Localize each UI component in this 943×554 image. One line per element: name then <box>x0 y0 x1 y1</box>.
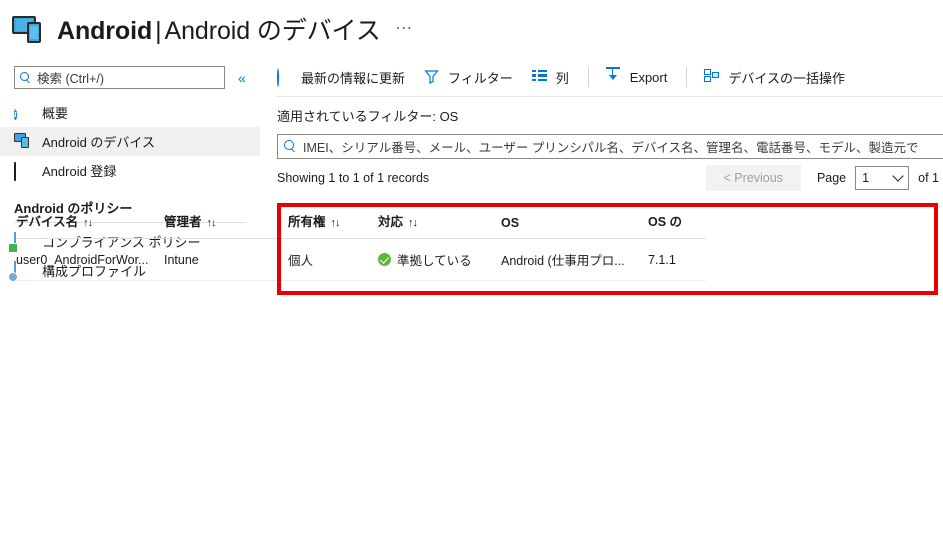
sort-icon[interactable]: ↑↓ <box>331 217 341 229</box>
main-content: 最新の情報に更新 フィルター 列 Export デバイスの一括操作 適用されてい… <box>261 58 943 554</box>
intune-android-devices-page: Android | Android のデバイス ... 検索 (Ctrl+/) « … <box>0 0 943 554</box>
device-search-wrap: IMEI、シリアル番号、メール、ユーザー プリンシパル名、デバイス名、管理名、電… <box>261 125 943 159</box>
page-title-separator: | <box>155 17 162 45</box>
columns-button[interactable]: 列 <box>531 62 569 92</box>
filter-icon <box>424 69 441 86</box>
bulk-device-actions-icon <box>704 68 721 86</box>
page-title-light: Android のデバイス <box>164 17 381 45</box>
cell-compliance-label: 準拠している <box>397 254 472 268</box>
column-header-device-name[interactable]: デバイス名 ↑↓ <box>16 211 164 239</box>
export-button[interactable]: Export <box>605 62 668 92</box>
command-bar-divider <box>276 96 943 97</box>
cell-managed-by: Intune <box>164 238 288 281</box>
cell-compliance: 準拠している <box>378 238 501 281</box>
device-search-placeholder: IMEI、シリアル番号、メール、ユーザー プリンシパル名、デバイス名、管理名、電… <box>303 141 919 155</box>
command-separator-2 <box>686 67 688 87</box>
column-header-ownership-label: 所有権 <box>288 215 326 229</box>
column-header-os-version-label: OS の <box>648 215 683 229</box>
sort-icon[interactable]: ↑↓ <box>83 217 93 229</box>
column-header-os-version[interactable]: OS の <box>648 211 706 239</box>
sidebar-item-android-devices-label: Android のデバイス <box>42 135 156 150</box>
enrollment-icon <box>14 162 31 181</box>
pagination-row: Showing 1 to 1 of 1 records < Previous P… <box>261 162 943 193</box>
search-icon <box>20 71 32 84</box>
refresh-button-label: 最新の情報に更新 <box>301 70 406 86</box>
filter-button[interactable]: フィルター <box>424 62 513 92</box>
export-icon <box>605 66 623 86</box>
page-header: Android | Android のデバイス ... <box>0 0 943 58</box>
command-bar: 最新の情報に更新 フィルター 列 Export デバイスの一括操作 <box>261 58 943 96</box>
column-header-ownership[interactable]: 所有権 ↑↓ <box>288 211 378 239</box>
cell-os-version: 7.1.1 <box>648 238 706 281</box>
page-number-value: 1 <box>862 170 870 185</box>
sidebar: 検索 (Ctrl+/) « i 概要 Android のデバイス Android… <box>0 58 260 554</box>
info-icon: i <box>14 109 17 120</box>
cell-os: Android (仕事用プロ... <box>501 238 648 281</box>
column-header-os[interactable]: OS <box>501 211 648 239</box>
column-header-os-label: OS <box>501 216 520 230</box>
column-header-compliance-label: 対応 <box>378 215 404 229</box>
pagination-controls: < Previous Page 1 of 1 <box>705 164 943 191</box>
sidebar-item-overview-label: 概要 <box>42 106 69 121</box>
refresh-icon <box>277 67 294 87</box>
chevron-down-icon <box>892 169 904 182</box>
sidebar-item-android-devices[interactable]: Android のデバイス <box>0 127 260 156</box>
cell-ownership: 個人 <box>288 238 378 281</box>
column-header-managed-by[interactable]: 管理者 ↑↓ <box>164 211 288 239</box>
sidebar-search-placeholder: 検索 (Ctrl+/) <box>37 72 105 86</box>
table-row[interactable]: user0_AndroidForWor... Intune 個人 準拠している … <box>16 238 706 281</box>
sidebar-item-android-enrollment-label: Android 登録 <box>42 164 117 179</box>
bulk-device-actions-button[interactable]: デバイスの一括操作 <box>704 62 845 92</box>
sort-icon[interactable]: ↑↓ <box>408 217 418 229</box>
sidebar-search-input[interactable]: 検索 (Ctrl+/) <box>14 66 225 89</box>
compliant-check-icon <box>378 253 391 266</box>
search-icon <box>284 140 297 153</box>
records-count-text: Showing 1 to 1 of 1 records <box>277 170 430 185</box>
devices-icon <box>12 14 46 44</box>
devices-icon <box>14 133 31 150</box>
page-total-label: of 1 <box>918 170 939 185</box>
column-header-managed-by-label: 管理者 <box>164 215 202 229</box>
sort-icon[interactable]: ↑↓ <box>207 217 217 229</box>
sidebar-collapse-button[interactable]: « <box>238 70 246 86</box>
cell-device-name[interactable]: user0_AndroidForWor... <box>16 238 164 281</box>
page-title-bold: Android <box>57 17 153 45</box>
sidebar-item-android-enrollment[interactable]: Android 登録 <box>0 156 260 185</box>
export-button-label: Export <box>629 69 668 85</box>
more-options-button[interactable]: ... <box>396 15 413 32</box>
bulk-device-actions-label: デバイスの一括操作 <box>728 70 845 86</box>
column-header-compliance[interactable]: 対応 ↑↓ <box>378 211 501 239</box>
columns-icon <box>531 69 549 86</box>
applied-filter-text: 適用されているフィルター: OS <box>277 109 459 124</box>
sidebar-item-overview[interactable]: i 概要 <box>0 98 260 127</box>
table-header-row: デバイス名 ↑↓ 管理者 ↑↓ 所有権 ↑↓ 対応 ↑↓ OS OS の <box>16 211 706 239</box>
filter-button-label: フィルター <box>448 70 513 86</box>
sidebar-search-row: 検索 (Ctrl+/) « <box>0 58 260 89</box>
refresh-button[interactable]: 最新の情報に更新 <box>277 62 405 92</box>
columns-button-label: 列 <box>555 70 569 86</box>
page-number-select[interactable]: 1 <box>855 165 910 190</box>
page-title: Android | Android のデバイス <box>57 11 381 47</box>
page-label: Page <box>816 170 847 185</box>
device-search-input[interactable]: IMEI、シリアル番号、メール、ユーザー プリンシパル名、デバイス名、管理名、電… <box>277 134 943 159</box>
column-header-device-name-label: デバイス名 <box>16 215 79 229</box>
devices-table: デバイス名 ↑↓ 管理者 ↑↓ 所有権 ↑↓ 対応 ↑↓ OS OS の user0_A… <box>16 211 706 281</box>
command-separator-1 <box>587 67 589 87</box>
previous-page-button[interactable]: < Previous <box>705 164 801 191</box>
